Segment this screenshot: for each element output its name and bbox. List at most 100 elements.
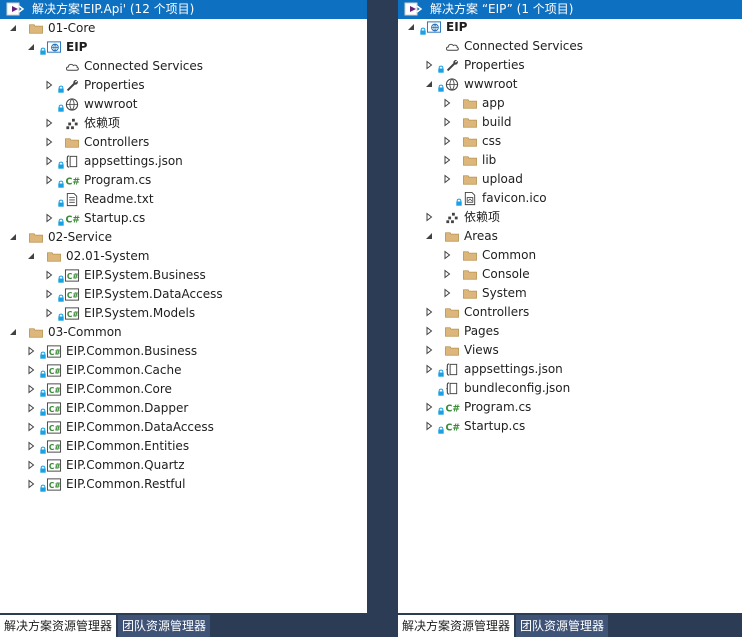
tree-row[interactable]: Properties: [398, 56, 742, 75]
tree-row[interactable]: C# EIP.Common.Cache: [0, 361, 367, 380]
tree-row[interactable]: Pages: [398, 322, 742, 341]
tree-row[interactable]: appsettings.json: [398, 360, 742, 379]
collapsed-arrow-icon[interactable]: [442, 174, 452, 184]
tree-row[interactable]: bundleconfig.json: [398, 379, 742, 398]
tree-row[interactable]: Common: [398, 246, 742, 265]
tree-row[interactable]: css: [398, 132, 742, 151]
collapsed-arrow-icon[interactable]: [442, 117, 452, 127]
tree-row[interactable]: lib: [398, 151, 742, 170]
right-solution-root-row[interactable]: 解决方案 “EIP” (1 个项目): [398, 0, 742, 19]
csharp-project-icon: C#: [46, 401, 62, 416]
collapsed-arrow-icon[interactable]: [26, 346, 36, 356]
collapsed-arrow-icon[interactable]: [44, 270, 54, 280]
collapsed-arrow-icon[interactable]: [424, 364, 434, 374]
tree-row[interactable]: Console: [398, 265, 742, 284]
tree-row[interactable]: wwwroot: [0, 95, 367, 114]
collapsed-arrow-icon[interactable]: [26, 403, 36, 413]
tree-row[interactable]: C# Program.cs: [0, 171, 367, 190]
tree-row[interactable]: Connected Services: [0, 57, 367, 76]
tree-row[interactable]: Properties: [0, 76, 367, 95]
expanded-arrow-icon[interactable]: [406, 22, 416, 32]
collapsed-arrow-icon[interactable]: [26, 365, 36, 375]
expanded-arrow-icon[interactable]: [26, 42, 36, 52]
tree-row[interactable]: Areas: [398, 227, 742, 246]
expanded-arrow-icon[interactable]: [8, 23, 18, 33]
left-solution-root-row[interactable]: 解决方案'EIP.Api' (12 个项目): [0, 0, 367, 19]
collapsed-arrow-icon[interactable]: [424, 421, 434, 431]
tree-row[interactable]: EIP: [398, 18, 742, 37]
collapsed-arrow-icon[interactable]: [26, 384, 36, 394]
tree-row[interactable]: Controllers: [0, 133, 367, 152]
tree-row[interactable]: C# EIP.Common.Restful: [0, 475, 367, 494]
tree-row[interactable]: 依赖项: [398, 208, 742, 227]
tree-row[interactable]: Controllers: [398, 303, 742, 322]
tree-row[interactable]: Views: [398, 341, 742, 360]
collapsed-arrow-icon[interactable]: [424, 307, 434, 317]
tree-row[interactable]: wwwroot: [398, 75, 742, 94]
collapsed-arrow-icon[interactable]: [424, 326, 434, 336]
collapsed-arrow-icon[interactable]: [44, 308, 54, 318]
left-tab-solution-explorer[interactable]: 解决方案资源管理器: [0, 615, 117, 637]
tree-row[interactable]: C# EIP.Common.Quartz: [0, 456, 367, 475]
collapsed-arrow-icon[interactable]: [442, 250, 452, 260]
expanded-arrow-icon[interactable]: [26, 251, 36, 261]
collapsed-arrow-icon[interactable]: [26, 460, 36, 470]
tree-row[interactable]: 02.01-System: [0, 247, 367, 266]
tree-row[interactable]: C# EIP.System.DataAccess: [0, 285, 367, 304]
tree-row[interactable]: build: [398, 113, 742, 132]
tree-row[interactable]: C# Program.cs: [398, 398, 742, 417]
tree-row[interactable]: C# EIP.Common.DataAccess: [0, 418, 367, 437]
collapsed-arrow-icon[interactable]: [44, 80, 54, 90]
collapsed-arrow-icon[interactable]: [44, 175, 54, 185]
tree-item-label: Connected Services: [464, 39, 584, 53]
expanded-arrow-icon[interactable]: [8, 327, 18, 337]
tree-row[interactable]: Connected Services: [398, 37, 742, 56]
tree-row[interactable]: Readme.txt: [0, 190, 367, 209]
collapsed-arrow-icon[interactable]: [424, 402, 434, 412]
tree-row[interactable]: System: [398, 284, 742, 303]
tree-row[interactable]: C# Startup.cs: [398, 417, 742, 436]
tree-row[interactable]: C# EIP.Common.Entities: [0, 437, 367, 456]
collapsed-arrow-icon[interactable]: [44, 156, 54, 166]
folder-icon: [444, 343, 460, 358]
tree-row[interactable]: 03-Common: [0, 323, 367, 342]
expanded-arrow-icon[interactable]: [8, 232, 18, 242]
tree-row[interactable]: upload: [398, 170, 742, 189]
tree-row[interactable]: 01-Core: [0, 19, 367, 38]
collapsed-arrow-icon[interactable]: [424, 212, 434, 222]
collapsed-arrow-icon[interactable]: [26, 441, 36, 451]
collapsed-arrow-icon[interactable]: [44, 213, 54, 223]
tree-row[interactable]: C# Startup.cs: [0, 209, 367, 228]
collapsed-arrow-icon[interactable]: [442, 269, 452, 279]
collapsed-arrow-icon[interactable]: [424, 60, 434, 70]
collapsed-arrow-icon[interactable]: [424, 345, 434, 355]
tree-row[interactable]: EIP: [0, 38, 367, 57]
folder-icon: [462, 134, 478, 149]
folder-icon: [28, 230, 44, 245]
tree-item-label: System: [482, 286, 527, 300]
expanded-arrow-icon[interactable]: [424, 79, 434, 89]
tree-row[interactable]: C# EIP.Common.Business: [0, 342, 367, 361]
tree-row[interactable]: favicon.ico: [398, 189, 742, 208]
left-tab-team-explorer[interactable]: 团队资源管理器: [118, 615, 211, 637]
tree-row[interactable]: appsettings.json: [0, 152, 367, 171]
right-tab-team-explorer[interactable]: 团队资源管理器: [516, 615, 609, 637]
tree-row[interactable]: 02-Service: [0, 228, 367, 247]
collapsed-arrow-icon[interactable]: [44, 137, 54, 147]
collapsed-arrow-icon[interactable]: [442, 136, 452, 146]
expanded-arrow-icon[interactable]: [424, 231, 434, 241]
tree-row[interactable]: C# EIP.System.Models: [0, 304, 367, 323]
tree-row[interactable]: app: [398, 94, 742, 113]
tree-row[interactable]: 依赖项: [0, 114, 367, 133]
collapsed-arrow-icon[interactable]: [442, 155, 452, 165]
right-tab-solution-explorer[interactable]: 解决方案资源管理器: [398, 615, 515, 637]
tree-row[interactable]: C# EIP.Common.Core: [0, 380, 367, 399]
collapsed-arrow-icon[interactable]: [26, 422, 36, 432]
collapsed-arrow-icon[interactable]: [44, 289, 54, 299]
collapsed-arrow-icon[interactable]: [26, 479, 36, 489]
collapsed-arrow-icon[interactable]: [44, 118, 54, 128]
tree-row[interactable]: C# EIP.System.Business: [0, 266, 367, 285]
tree-row[interactable]: C# EIP.Common.Dapper: [0, 399, 367, 418]
collapsed-arrow-icon[interactable]: [442, 98, 452, 108]
collapsed-arrow-icon[interactable]: [442, 288, 452, 298]
